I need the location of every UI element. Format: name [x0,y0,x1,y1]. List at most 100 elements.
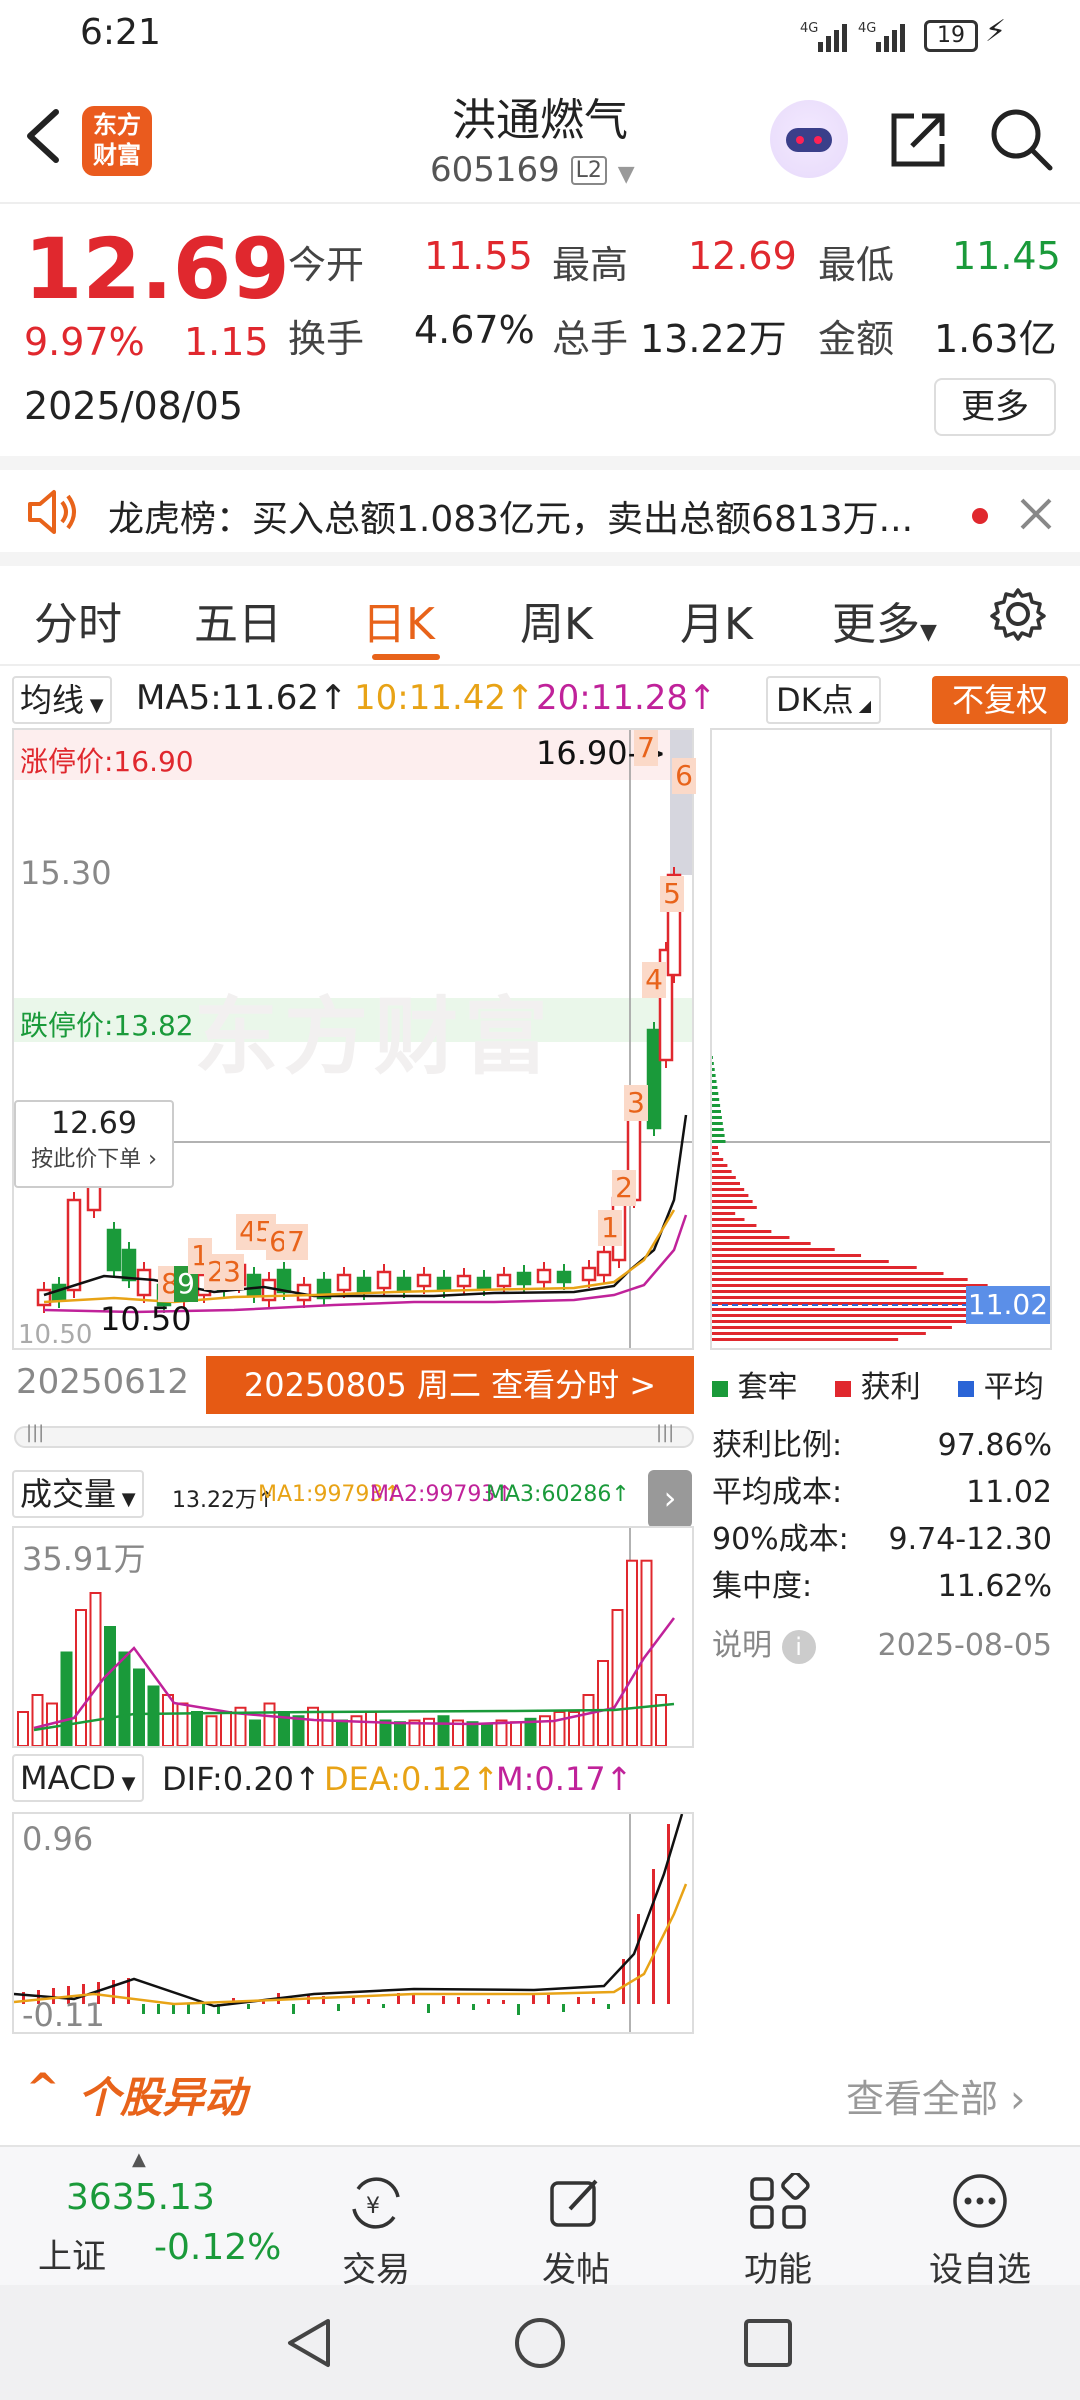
scroll-handle-left[interactable]: ||| [26,1422,44,1443]
tab-monthly-k[interactable]: 月K [680,588,753,652]
kline-chart[interactable]: 东方财富 涨停价:16.90 16.90-> 15.30 跌停价:13.82 1… [12,728,696,1350]
macd-bar [607,2004,610,2009]
search-icon[interactable] [988,106,1054,172]
chip-bar [712,1248,835,1251]
stat-row: 集中度: 11.62% [712,1563,1052,1610]
nav-add-watchlist[interactable]: 设自选 [910,2173,1050,2291]
unread-dot [972,508,988,524]
adjust-button[interactable]: 不复权 [932,676,1068,724]
app-logo[interactable]: 东方 财富 [82,106,152,176]
view-intraday-button[interactable]: 20250805 周二 查看分时 > [206,1356,694,1414]
info-icon: i [781,1630,816,1664]
candle-body [336,1273,352,1292]
chip-bar [712,1272,944,1275]
volume-header: 成交量 ▼ 13.22万↑ MA1:99793↑ MA2:99793↑ MA3:… [12,1470,712,1528]
turnover-label: 换手 [288,317,365,361]
start-date-label: 20250612 [16,1362,190,1402]
avg-cost-tag: 11.02 [966,1286,1050,1324]
nav-trade[interactable]: ¥ 交易 [306,2173,446,2291]
scroll-handle-right[interactable]: ||| [656,1422,674,1443]
system-home-icon[interactable] [512,2315,568,2371]
ma-select[interactable]: 均线 ▼ [12,676,112,724]
volume-bar [17,1711,29,1747]
volume-select[interactable]: 成交量 ▼ [12,1470,144,1518]
price-tag-value: 12.69 [51,1106,137,1141]
ma10-value: 10:11.42↑ [354,678,535,718]
dk-point-select[interactable]: DK点 ◢ [766,676,882,724]
nav-post[interactable]: 发帖 [506,2173,646,2291]
chip-bar [712,1134,725,1137]
close-icon[interactable] [1016,494,1056,534]
low-price-label: 10.50 [100,1300,192,1338]
candle-body [476,1276,492,1290]
y-axis-min-label: 10.50 [18,1320,93,1350]
gear-icon[interactable] [990,586,1046,642]
profit-ratio-label: 获利比例: [712,1428,843,1463]
collapse-icon[interactable]: ^ [26,2066,60,2112]
tab-more[interactable]: 更多▼ [832,588,937,652]
nav-functions[interactable]: 功能 [708,2171,848,2291]
high-label: 最高 [552,243,629,287]
candle-body [496,1273,512,1288]
index-ticker[interactable]: ▲ 3635.13 上证 -0.12% [0,2147,290,2287]
system-recents-icon[interactable] [740,2315,796,2371]
chip-bar [712,1278,968,1281]
volume-bar [481,1723,493,1747]
turnover-value: 4.67% [414,308,535,352]
announcement-bar[interactable]: 龙虎榜：买入总额1.083亿元，卖出总额6813万... [0,456,1080,566]
volume-bar [611,1609,624,1747]
chip-bar [712,1242,811,1245]
expand-arrow-icon[interactable]: › [648,1470,692,1528]
ai-assistant-avatar[interactable] [770,100,848,178]
chip-distribution[interactable]: 11.02 [710,728,1052,1350]
nav-functions-label: 功能 [744,2250,812,2290]
back-icon[interactable] [20,106,70,166]
volume-bar [89,1592,102,1747]
tab-fenshi[interactable]: 分时 [34,588,122,652]
chip-bar [712,1092,719,1095]
more-button[interactable]: 更多 [934,378,1056,436]
chart-scrollbar[interactable]: ||| ||| [14,1422,694,1448]
chip-bar [712,1206,757,1209]
chip-bar [712,1146,718,1149]
note-link[interactable]: 说明 i [712,1622,816,1669]
volume-bar [307,1706,319,1747]
note-row[interactable]: 说明 i 2025-08-05 [712,1622,1052,1669]
dropdown-icon: ▼ [617,162,635,187]
avg-cost-label: 平均成本: [712,1475,843,1510]
chip-bar [712,1122,723,1125]
chip-bar [712,1218,745,1221]
amount-value: 1.63亿 [934,317,1057,361]
candle-body [376,1270,392,1290]
chip-bar [712,1260,889,1263]
open-label: 今开 [288,243,365,287]
volume-value: 13.22万 [640,317,787,361]
chip-bar [712,1116,722,1119]
macd-chart[interactable]: 0.96 -0.11 [12,1812,694,2034]
status-time: 6:21 [80,12,161,53]
price-tag[interactable]: 12.69 按此价下单 › [14,1100,174,1188]
chip-bar [712,1308,1006,1311]
system-back-icon[interactable] [282,2315,338,2371]
volume-bar [365,1711,377,1747]
share-icon[interactable] [886,106,952,172]
macd-select[interactable]: MACD ▼ [12,1754,144,1802]
candle-body [396,1276,412,1292]
battery-icon: 19 [924,20,978,52]
view-all-link[interactable]: 查看全部 › [846,2068,1025,2123]
volume-y-max: 35.91万 [22,1540,146,1578]
status-bar: 6:21 4G 4G 19 ⚡ [0,0,1080,72]
bottom-nav: ▲ 3635.13 上证 -0.12% ¥ 交易 发帖 功能 设自选 [0,2145,1080,2290]
stock-code-row[interactable]: 605169 L2 ▼ [430,150,650,190]
volume-chart[interactable]: 35.91万 [12,1526,694,1748]
tab-five-day[interactable]: 五日 [194,588,282,652]
charging-icon: ⚡ [985,14,1007,49]
chip-legend: 套牢 获利 平均 [712,1362,1072,1406]
nav-post-label: 发帖 [542,2250,610,2290]
volume-bar [104,1626,116,1747]
volume-bar [582,1694,595,1747]
volume-bar [379,1719,392,1747]
period-tabs: 分时 五日 日K 周K 月K 更多▼ [0,566,1080,666]
tab-weekly-k[interactable]: 周K [520,588,593,652]
tab-daily-k[interactable]: 日K [362,588,435,652]
